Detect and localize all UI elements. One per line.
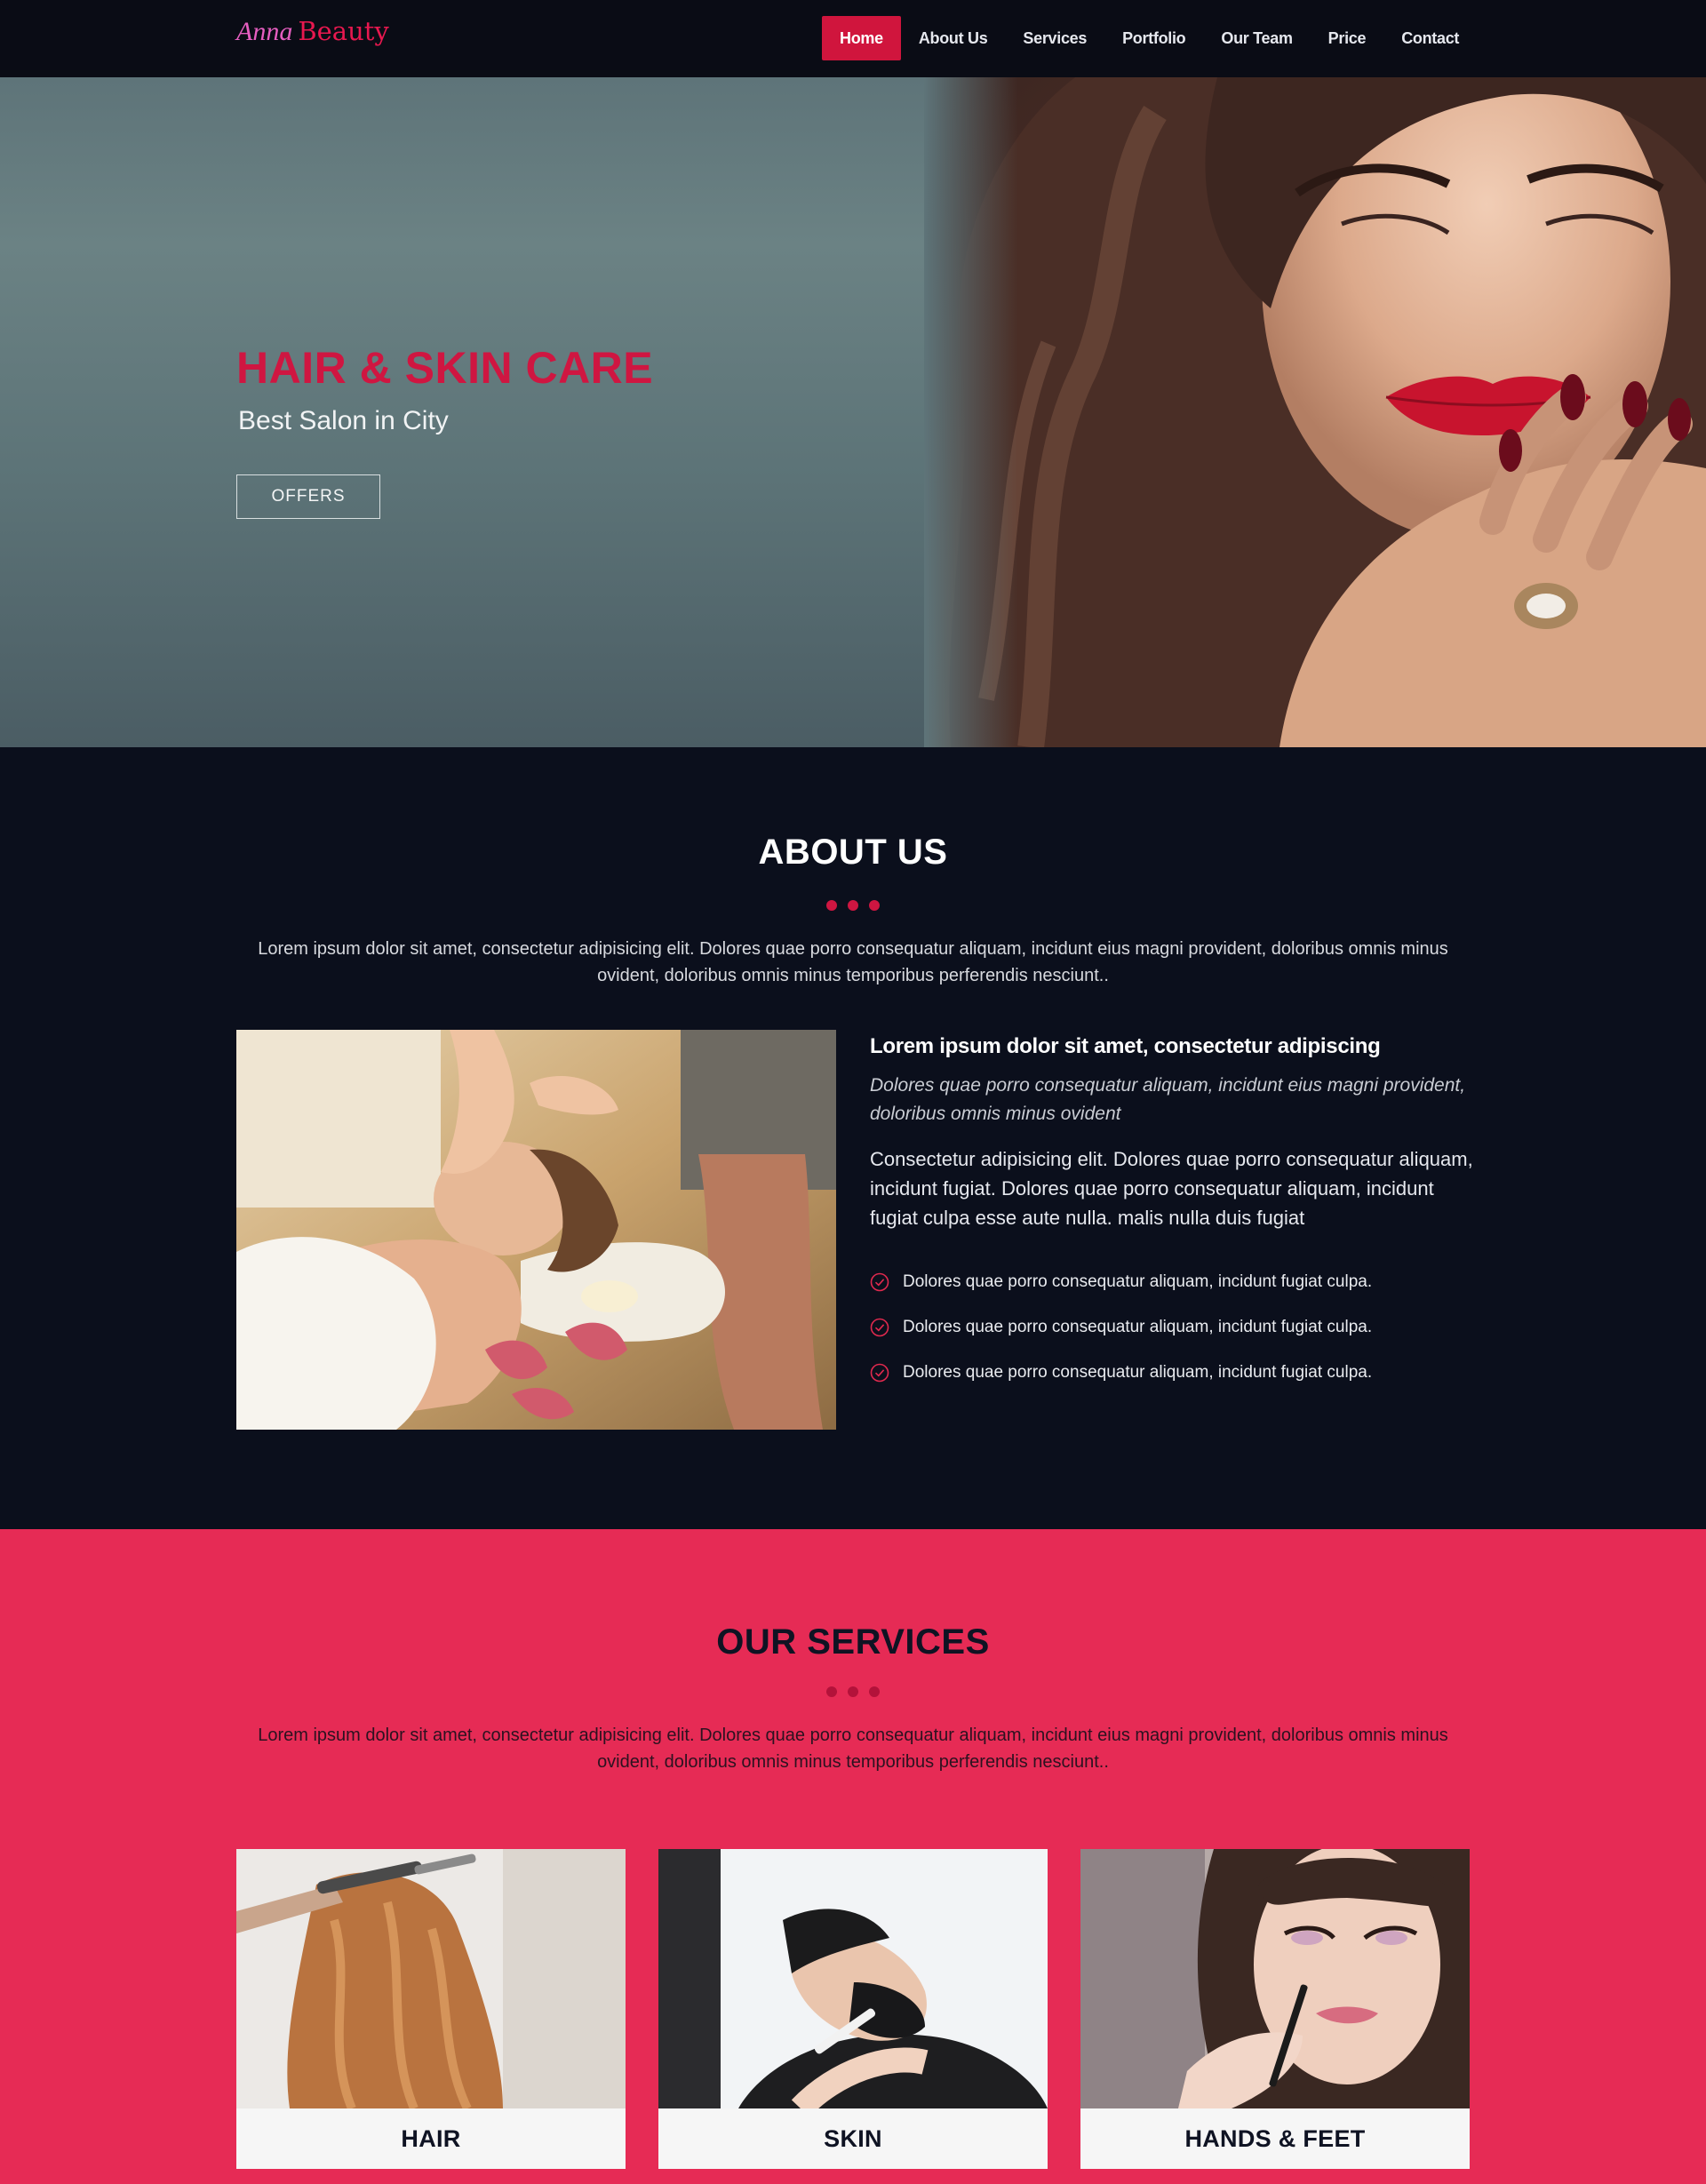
service-card-hair[interactable]: HAIR: [236, 1849, 626, 2169]
checklist-text: Dolores quae porro consequatur aliquam, …: [903, 1271, 1373, 1291]
list-item: Dolores quae porro consequatur aliquam, …: [870, 1350, 1474, 1395]
site-logo[interactable]: Anna Beauty: [236, 16, 389, 47]
main-menu: Home About Us Services Portfolio Our Tea…: [822, 16, 1477, 60]
makeup-service-photo: [1080, 1849, 1470, 2108]
hero-subtitle: Best Salon in City: [238, 406, 449, 435]
checklist-text: Dolores quae porro consequatur aliquam, …: [903, 1362, 1373, 1382]
service-card-hands-feet[interactable]: HANDS & FEET: [1080, 1849, 1470, 2169]
divider-dot: [848, 900, 858, 911]
services-intro: Lorem ipsum dolor sit amet, consectetur …: [258, 1726, 1448, 1772]
hero-title: HAIR & SKIN CARE: [236, 343, 654, 393]
top-navbar: Anna Beauty Home About Us Services Portfo…: [0, 0, 1706, 77]
checklist-text: Dolores quae porro consequatur aliquam, …: [903, 1317, 1373, 1336]
check-circle-icon: [870, 1272, 889, 1291]
about-checklist: Dolores quae porro consequatur aliquam, …: [870, 1259, 1474, 1395]
about-italic-text: Dolores quae porro consequatur aliquam, …: [870, 1075, 1466, 1124]
hair-service-photo: [236, 1849, 626, 2108]
about-section: ABOUT US Lorem ipsum dolor sit amet, con…: [0, 747, 1706, 1529]
nav-item-our-team[interactable]: Our Team: [1203, 16, 1310, 60]
nav-item-price[interactable]: Price: [1311, 16, 1384, 60]
logo-script-text: Anna: [236, 17, 293, 46]
check-circle-icon: [870, 1363, 889, 1382]
services-divider-dots: [0, 1686, 1706, 1697]
about-paragraph: Consectetur adipisicing elit. Dolores qu…: [870, 1148, 1473, 1229]
nav-item-contact[interactable]: Contact: [1383, 16, 1477, 60]
hero-banner: HAIR & SKIN CARE Best Salon in City OFFE…: [0, 77, 1706, 747]
service-card-label: HAIR: [401, 2124, 461, 2152]
check-circle-icon: [870, 1318, 889, 1336]
hero-model-photo: [924, 77, 1706, 747]
offers-button[interactable]: OFFERS: [236, 474, 380, 519]
service-card-label: HANDS & FEET: [1184, 2124, 1366, 2152]
nav-item-about-us[interactable]: About Us: [901, 16, 1006, 60]
nav-item-portfolio[interactable]: Portfolio: [1104, 16, 1203, 60]
about-title: ABOUT US: [758, 833, 948, 872]
divider-dot: [848, 1686, 858, 1697]
about-divider-dots: [0, 900, 1706, 911]
list-item: Dolores quae porro consequatur aliquam, …: [870, 1304, 1474, 1350]
services-section: OUR SERVICES Lorem ipsum dolor sit amet,…: [0, 1529, 1706, 2184]
about-intro: Lorem ipsum dolor sit amet, consectetur …: [258, 939, 1448, 985]
skin-service-photo: [658, 1849, 1048, 2108]
divider-dot: [826, 900, 837, 911]
divider-dot: [869, 900, 880, 911]
spa-treatment-photo: [236, 1030, 836, 1430]
about-text-block: Lorem ipsum dolor sit amet, consectetur …: [870, 1034, 1474, 1395]
divider-dot: [826, 1686, 837, 1697]
logo-brand-text: Beauty: [298, 16, 389, 46]
about-heading: Lorem ipsum dolor sit amet, consectetur …: [870, 1034, 1381, 1058]
list-item: Dolores quae porro consequatur aliquam, …: [870, 1259, 1474, 1304]
nav-item-home[interactable]: Home: [822, 16, 901, 60]
services-title: OUR SERVICES: [716, 1622, 990, 1662]
service-card-label: SKIN: [824, 2124, 882, 2152]
service-card-skin[interactable]: SKIN: [658, 1849, 1048, 2169]
nav-item-services[interactable]: Services: [1005, 16, 1104, 60]
divider-dot: [869, 1686, 880, 1697]
